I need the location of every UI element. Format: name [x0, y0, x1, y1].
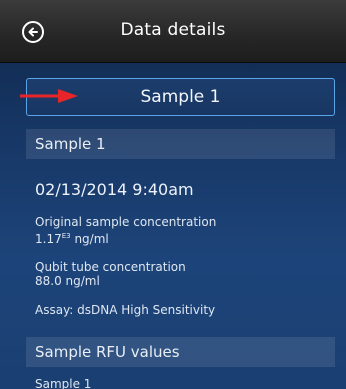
original-concentration-value: 1.17 — [35, 232, 62, 246]
tube-concentration-label: Qubit tube concentration — [35, 260, 186, 274]
original-concentration-exponent: E3 — [61, 232, 71, 240]
original-concentration: Original sample concentration 1.17E3 ng/… — [35, 215, 216, 246]
tube-concentration-value: 88.0 ng/ml — [35, 274, 100, 288]
original-concentration-label: Original sample concentration — [35, 215, 217, 229]
rfu-section-header: Sample RFU values — [26, 337, 335, 367]
sample-datetime: 02/13/2014 9:40am — [35, 180, 194, 199]
assay-type: Assay: dsDNA High Sensitivity — [35, 303, 216, 317]
tube-concentration: Qubit tube concentration 88.0 ng/ml — [35, 260, 186, 288]
header-bar: Data details — [0, 0, 346, 63]
rfu-first-row: Sample 1 — [35, 377, 92, 389]
red-arrow-icon — [20, 89, 78, 103]
screen: Data details Sample 1 Sample 1 02/13/201… — [0, 0, 346, 389]
page-title: Data details — [120, 20, 226, 40]
original-concentration-unit: ng/ml — [74, 232, 109, 246]
original-concentration-value-row: 1.17E3 ng/ml — [35, 229, 216, 246]
sample-section-header: Sample 1 — [26, 129, 335, 159]
